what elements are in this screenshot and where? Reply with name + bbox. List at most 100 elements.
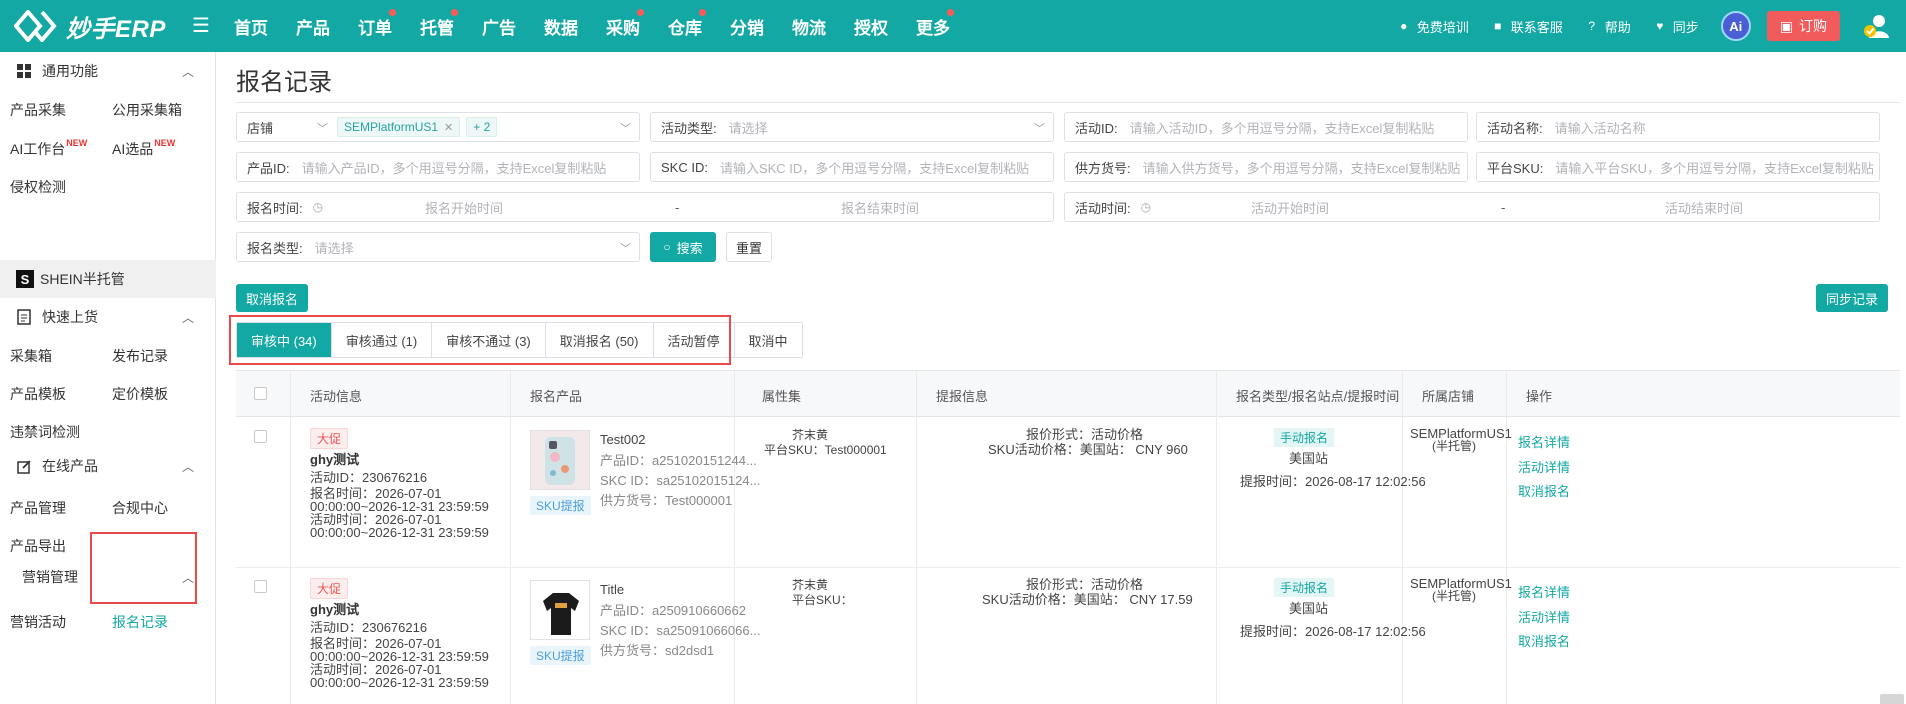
- reset-button[interactable]: 重置: [726, 232, 772, 262]
- nav-item-purchase[interactable]: 采购: [592, 8, 654, 39]
- nav-item-hosting[interactable]: 托管: [406, 8, 468, 39]
- sidebar-item-product-export[interactable]: 产品导出: [10, 536, 66, 556]
- supplier-no-input[interactable]: 供方货号: 请输入供方货号，多个用逗号分隔，支持Excel复制粘贴: [1064, 152, 1468, 182]
- platform-sku: 平台SKU：: [792, 593, 853, 607]
- menu-collapse-icon[interactable]: ☰: [192, 16, 212, 36]
- nav-item-home[interactable]: 首页: [220, 14, 282, 39]
- column-header: 属性集: [762, 389, 802, 404]
- nav-item-distribution[interactable]: 分销: [716, 14, 778, 39]
- clock-icon: ◷: [1140, 200, 1152, 214]
- notification-dot: [451, 8, 458, 16]
- sidebar-group-shein[interactable]: S SHEIN半托管: [0, 260, 216, 298]
- chevron-up-icon: ︿: [181, 310, 194, 325]
- store-tag[interactable]: SEMPlatformUS1 ✕: [337, 117, 461, 137]
- product-image[interactable]: [530, 430, 590, 490]
- store-select[interactable]: 店铺 ﹀ SEMPlatformUS1 ✕ + 2 ﹀: [236, 112, 640, 142]
- contact-service-link[interactable]: ■ 联系客服: [1491, 17, 1563, 36]
- platform-sku: 平台SKU：Test000001: [764, 443, 887, 457]
- logo[interactable]: 妙手ERP: [0, 8, 186, 44]
- main-content: 报名记录 店铺 ﹀ SEMPlatformUS1 ✕ + 2 ﹀ 活动类型: 请选择…: [216, 52, 1906, 704]
- chevron-up-icon: ︿: [181, 64, 194, 79]
- clock-icon: ◷: [312, 200, 324, 214]
- sidebar-item-infringe[interactable]: 侵权检测: [10, 177, 66, 197]
- report-form: 报价形式：活动价格: [1026, 427, 1144, 442]
- signup-type-select[interactable]: 报名类型: 请选择 ﹀: [236, 232, 640, 262]
- skc-id: SKC ID：sa25091066066...: [600, 623, 761, 638]
- sidebar-item-banned-words[interactable]: 违禁词检测: [10, 422, 80, 442]
- free-training-link[interactable]: ● 免费培训: [1397, 17, 1469, 36]
- skc-id-input[interactable]: SKC ID: 请输入SKC ID，多个用逗号分隔，支持Excel复制粘贴: [650, 152, 1054, 182]
- activity-id: 活动ID：230676216: [310, 470, 428, 485]
- sidebar-item-price-template[interactable]: 定价模板: [112, 384, 168, 404]
- cancel-signup-link[interactable]: 取消报名: [1518, 481, 1570, 500]
- sidebar-item-compliance[interactable]: 合规中心: [112, 498, 168, 518]
- activity-id: 活动ID：230676216: [310, 620, 428, 635]
- scroll-to-top-handle[interactable]: [1880, 694, 1904, 704]
- store-more-tag[interactable]: + 2: [466, 117, 498, 137]
- sidebar-item-publish-log[interactable]: 发布记录: [112, 346, 168, 366]
- tab-cancelling[interactable]: 取消中: [734, 323, 802, 357]
- report-time: 提报时间：2026-08-17 12:02:56: [1240, 624, 1426, 639]
- cancel-signup-button[interactable]: 取消报名: [236, 284, 308, 312]
- row-checkbox[interactable]: [254, 430, 267, 443]
- sync-records-button[interactable]: 同步记录: [1816, 284, 1888, 312]
- nav-item-ads[interactable]: 广告: [468, 14, 530, 39]
- chevron-down-icon: ﹀: [1034, 123, 1045, 135]
- sidebar-group-quick-upload[interactable]: 快速上货 ︿: [0, 298, 216, 336]
- highlight-box: [90, 532, 197, 604]
- platform-sku-input[interactable]: 平台SKU: 请输入平台SKU，多个用逗号分隔，支持Excel复制粘贴: [1476, 152, 1880, 182]
- activity-name: ghy测试: [310, 602, 360, 617]
- row-checkbox[interactable]: [254, 580, 267, 593]
- nav-item-logistics[interactable]: 物流: [778, 14, 840, 39]
- ai-assistant-button[interactable]: Ai: [1720, 11, 1751, 41]
- column-header: 所属店铺: [1422, 389, 1475, 404]
- nav-item-data[interactable]: 数据: [530, 14, 592, 39]
- top-right-tools: ● 免费培训 ■ 联系客服 ? 帮助 ♥ 同步 Ai ▣ 订购: [1397, 0, 1906, 52]
- sidebar-group-common[interactable]: 通用功能 ︿: [0, 52, 216, 90]
- nav-item-product[interactable]: 产品: [282, 14, 344, 39]
- order-button[interactable]: ▣ 订购: [1766, 11, 1840, 41]
- activity-detail-link[interactable]: 活动详情: [1518, 457, 1570, 476]
- nav-item-authorize[interactable]: 授权: [840, 14, 902, 39]
- nav-item-warehouse[interactable]: 仓库: [654, 8, 716, 39]
- product-image[interactable]: [530, 580, 590, 640]
- sidebar-item-product-collect[interactable]: 产品采集: [10, 100, 66, 120]
- sidebar-item-product-management[interactable]: 产品管理: [10, 498, 66, 518]
- signup-time-range[interactable]: 报名时间: ◷ 报名开始时间 - 报名结束时间: [236, 192, 1054, 222]
- cancel-signup-link[interactable]: 取消报名: [1518, 631, 1570, 650]
- supplier-no: 供方货号：sd2dsd1: [600, 643, 715, 658]
- nav-item-more[interactable]: 更多: [902, 8, 964, 39]
- user-avatar-icon[interactable]: [1862, 11, 1892, 41]
- signup-detail-link[interactable]: 报名详情: [1518, 582, 1570, 601]
- activity-name: ghy测试: [310, 452, 360, 467]
- activity-time-range: 00:00:00~2026-12-31 23:59:59: [310, 525, 489, 540]
- search-button[interactable]: ○ 搜索: [650, 232, 716, 262]
- sidebar-item-public-box[interactable]: 公用采集箱: [112, 100, 182, 120]
- activity-detail-link[interactable]: 活动详情: [1518, 607, 1570, 626]
- sidebar-item-marketing-activity[interactable]: 营销活动: [10, 612, 66, 632]
- product-id-input[interactable]: 产品ID: 请输入产品ID，多个用逗号分隔，支持Excel复制粘贴: [236, 152, 640, 182]
- sidebar-item-product-template[interactable]: 产品模板: [10, 384, 66, 404]
- edit-icon: [16, 458, 32, 474]
- activity-type-select[interactable]: 活动类型: 请选择 ﹀: [650, 112, 1054, 142]
- sidebar-group-online-products[interactable]: 在线产品 ︿: [0, 447, 216, 485]
- help-link[interactable]: ? 帮助: [1585, 17, 1630, 36]
- activity-id-input[interactable]: 活动ID: 请输入活动ID，多个用逗号分隔，支持Excel复制粘贴: [1064, 112, 1468, 142]
- nav-item-order[interactable]: 订单: [344, 8, 406, 39]
- close-icon[interactable]: ✕: [444, 121, 453, 134]
- bag-icon: ▣: [1779, 17, 1793, 34]
- signup-detail-link[interactable]: 报名详情: [1518, 432, 1570, 451]
- sidebar-item-signup-records[interactable]: 报名记录: [112, 612, 168, 632]
- activity-name-input[interactable]: 活动名称: 请输入活动名称: [1476, 112, 1880, 142]
- skc-id: SKC ID：sa25102015124...: [600, 473, 761, 488]
- activity-time-range[interactable]: 活动时间: ◷ 活动开始时间 - 活动结束时间: [1064, 192, 1880, 222]
- sidebar-item-ai-select[interactable]: AI选品NEW: [112, 138, 175, 159]
- sync-link[interactable]: ♥ 同步: [1653, 17, 1699, 36]
- sku-report-tag: SKU提报: [530, 496, 591, 515]
- column-header: 操作: [1526, 389, 1553, 404]
- sidebar-item-ai-workbench[interactable]: AI工作台NEW: [10, 138, 87, 159]
- select-all-checkbox[interactable]: [254, 387, 267, 400]
- store-type: (半托管): [1432, 439, 1476, 453]
- main-nav: 首页 产品 订单 托管 广告 数据 采购 仓库 分销 物流 授权 更多: [220, 0, 964, 52]
- sidebar-item-collect-box[interactable]: 采集箱: [10, 346, 52, 366]
